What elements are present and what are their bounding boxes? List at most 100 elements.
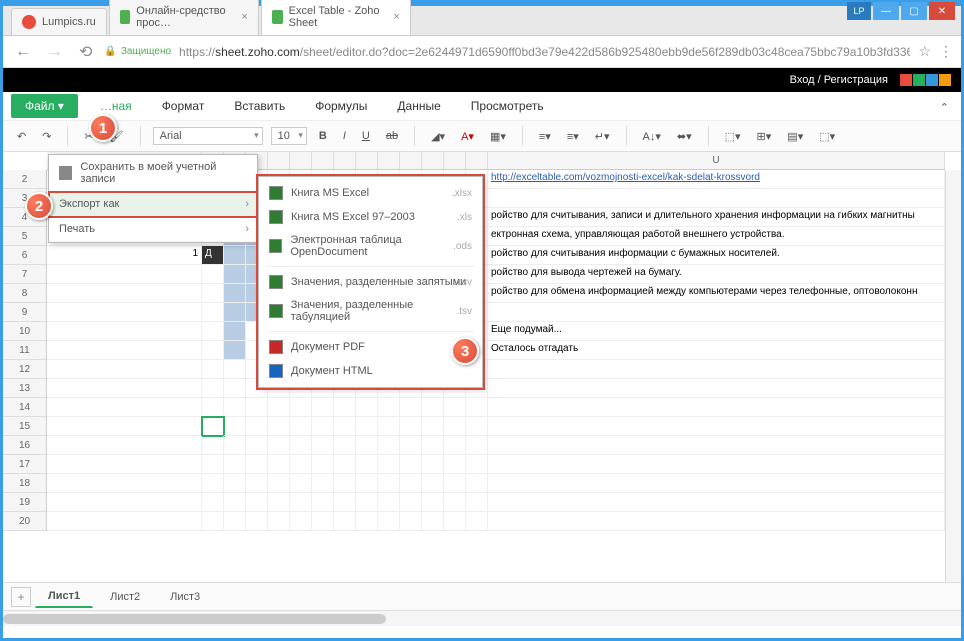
cell[interactable] [378,493,400,512]
textcolor-button[interactable]: A▾ [457,128,478,145]
cell[interactable] [378,417,400,436]
cell[interactable] [466,436,488,455]
cell[interactable] [356,417,378,436]
cell[interactable] [47,512,202,531]
cell[interactable] [422,493,444,512]
row-header[interactable]: 2 [3,170,46,189]
export-option[interactable]: Значения, разделенные запятыми.csv [259,270,482,294]
cell[interactable] [400,417,422,436]
cell[interactable] [334,474,356,493]
cell[interactable] [312,417,334,436]
minimize-button[interactable]: — [873,2,899,20]
cond-button[interactable]: ▤▾ [783,128,807,145]
row-header[interactable]: 13 [3,379,46,398]
row-header[interactable]: 18 [3,474,46,493]
cell[interactable] [334,512,356,531]
cell[interactable]: Еще подумай... [488,322,945,341]
cell[interactable]: ройство для считывания, записи и длитель… [488,208,945,227]
row-header[interactable]: 6 [3,246,46,265]
horizontal-scrollbar[interactable] [3,610,961,626]
reload-button[interactable]: ⟲ [75,42,96,62]
cell[interactable] [224,341,246,360]
cell[interactable] [224,379,246,398]
col-header-U[interactable]: U [488,152,945,169]
cell[interactable] [47,284,202,303]
cell[interactable] [378,436,400,455]
cell[interactable] [268,436,290,455]
cell[interactable] [224,493,246,512]
wrap-button[interactable]: ↵▾ [591,128,614,145]
tab-close-icon[interactable]: × [393,11,399,23]
cell[interactable] [378,455,400,474]
cell[interactable] [356,512,378,531]
cell[interactable] [290,455,312,474]
cell[interactable] [400,512,422,531]
cell[interactable] [224,265,246,284]
redo-button[interactable]: ↷ [38,128,55,145]
cell[interactable] [488,436,945,455]
menu-insert[interactable]: Вставить [226,95,293,117]
cell[interactable] [356,474,378,493]
cell[interactable] [202,265,224,284]
cell[interactable] [246,455,268,474]
cell[interactable] [290,493,312,512]
insert-button[interactable]: ⊞▾ [753,128,776,145]
export-option[interactable]: Книга MS Excel 97–2003.xls [259,205,482,229]
cell[interactable] [246,493,268,512]
cell[interactable] [400,436,422,455]
cell[interactable] [422,398,444,417]
cell[interactable] [246,474,268,493]
cell[interactable] [444,493,466,512]
align-mid-button[interactable]: ≡▾ [563,128,583,145]
sheet-tab[interactable]: Лист2 [97,586,153,608]
cell[interactable]: ройство для вывода чертежей на бумагу. [488,265,945,284]
cell[interactable] [224,360,246,379]
italic-button[interactable]: I [339,128,350,144]
cell[interactable] [268,398,290,417]
browser-tab[interactable]: Онлайн-средство прос…× [109,0,259,35]
cell[interactable]: Осталось отгадать [488,341,945,360]
cell[interactable] [488,493,945,512]
cell[interactable] [47,322,202,341]
cell[interactable] [312,474,334,493]
cell[interactable] [47,379,202,398]
cell[interactable] [47,474,202,493]
cell[interactable]: 1 [47,246,202,265]
maximize-button[interactable]: ▢ [901,2,927,20]
menu-file[interactable]: Файл ▾ [11,94,78,118]
cell[interactable] [466,493,488,512]
cell[interactable] [400,455,422,474]
cell[interactable] [444,474,466,493]
cell[interactable] [378,398,400,417]
font-select[interactable]: Arial [153,127,263,145]
cell[interactable] [312,398,334,417]
cell[interactable] [290,417,312,436]
row-header[interactable]: 11 [3,341,46,360]
cell[interactable] [224,284,246,303]
row-header[interactable]: 10 [3,322,46,341]
cell[interactable]: ектронная схема, управляющая работой вне… [488,227,945,246]
cell[interactable]: http://exceltable.com/vozmojnosti-excel/… [488,170,945,189]
cell[interactable] [422,436,444,455]
cell[interactable] [422,455,444,474]
numfmt-button[interactable]: ⬚▾ [721,128,745,145]
cell[interactable] [268,417,290,436]
back-button[interactable]: ← [11,43,35,61]
export-option[interactable]: Документ PDF.pdf [259,335,482,359]
cell[interactable] [268,455,290,474]
cell[interactable] [202,455,224,474]
cell[interactable] [488,474,945,493]
cell[interactable] [268,493,290,512]
cell[interactable] [202,379,224,398]
cell[interactable] [488,303,945,322]
cell[interactable] [202,436,224,455]
cell[interactable] [224,455,246,474]
link[interactable]: http://exceltable.com/vozmojnosti-excel/… [491,172,760,183]
cell[interactable] [202,474,224,493]
add-sheet-button[interactable]: + [11,587,31,607]
export-option[interactable]: Документ HTML [259,359,482,383]
merge-button[interactable]: ⬌▾ [673,128,696,145]
sheet-tab[interactable]: Лист3 [157,586,213,608]
cell[interactable] [224,322,246,341]
cell[interactable] [224,417,246,436]
